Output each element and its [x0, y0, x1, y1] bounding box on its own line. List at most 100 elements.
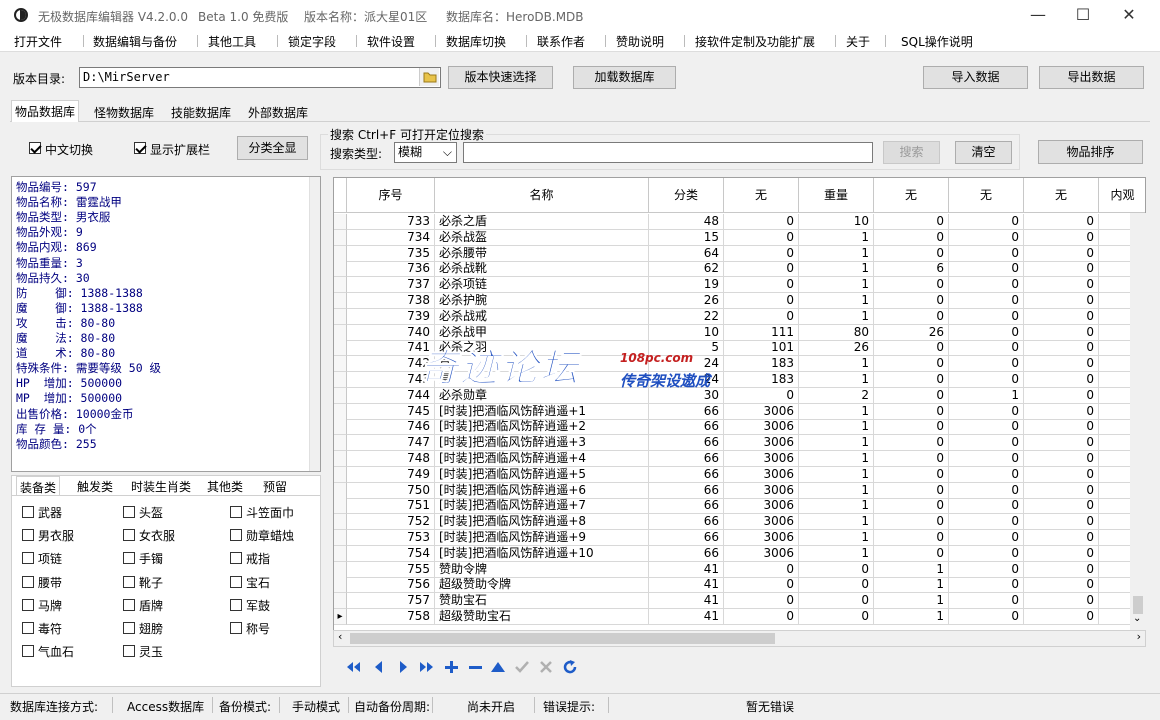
grid-cell[interactable]: 1: [874, 561, 949, 578]
menu-lock-fields[interactable]: 锁定字段: [288, 33, 336, 50]
clear-button[interactable]: 清空: [955, 141, 1012, 164]
category-tab[interactable]: 其他类: [204, 476, 246, 495]
grid-cell[interactable]: 3006: [724, 466, 799, 483]
grid-cell[interactable]: 0: [1024, 372, 1099, 388]
grid-cell[interactable]: 751: [347, 498, 435, 515]
row-indicator[interactable]: [334, 593, 347, 610]
category-checkbox[interactable]: [230, 598, 242, 611]
info-scrollbar[interactable]: [309, 177, 320, 471]
row-indicator[interactable]: [334, 340, 347, 357]
grid-cell[interactable]: 0: [724, 245, 799, 262]
category-checkbox[interactable]: [230, 552, 242, 565]
grid-cell[interactable]: 26: [799, 340, 874, 357]
row-indicator[interactable]: [334, 561, 347, 578]
grid-cell[interactable]: 734: [347, 229, 435, 246]
grid-cell[interactable]: 3006: [724, 482, 799, 499]
scroll-right-icon[interactable]: ›: [1137, 630, 1141, 643]
grid-cell[interactable]: 66: [649, 530, 724, 546]
row-indicator[interactable]: [334, 324, 347, 341]
grid-cell[interactable]: 0: [874, 482, 949, 499]
grid-cell[interactable]: 741: [347, 340, 435, 357]
grid-cell[interactable]: 19: [649, 277, 724, 294]
row-indicator[interactable]: [334, 498, 347, 515]
grid-cell[interactable]: 必杀之盾: [435, 214, 649, 230]
grid-cell[interactable]: 48: [649, 214, 724, 230]
cn-toggle-checkbox[interactable]: [29, 142, 41, 154]
grid-cell[interactable]: 66: [649, 466, 724, 483]
grid-cell[interactable]: 745: [347, 403, 435, 420]
row-indicator[interactable]: [334, 545, 347, 562]
grid-cell[interactable]: 1: [874, 593, 949, 610]
column-header[interactable]: 无: [874, 178, 949, 213]
grid-cell[interactable]: 0: [1024, 277, 1099, 294]
category-checkbox[interactable]: [123, 529, 135, 542]
last-record-icon[interactable]: [418, 659, 434, 675]
row-indicator[interactable]: [334, 403, 347, 420]
grid-horizontal-scrollbar[interactable]: ‹ ›: [333, 630, 1146, 647]
scroll-thumb[interactable]: [1133, 596, 1143, 614]
grid-cell[interactable]: 41: [649, 561, 724, 578]
grid-cell[interactable]: [时装]把酒临风饬醉逍遥+10: [435, 545, 649, 562]
grid-cell[interactable]: 0: [1024, 514, 1099, 531]
grid-cell[interactable]: 6: [874, 261, 949, 278]
grid-cell[interactable]: 0: [1024, 466, 1099, 483]
row-indicator[interactable]: [334, 308, 347, 325]
grid-cell[interactable]: 756: [347, 577, 435, 594]
grid-cell[interactable]: 0: [874, 403, 949, 420]
grid-cell[interactable]: 754: [347, 545, 435, 562]
grid-cell[interactable]: 66: [649, 482, 724, 499]
grid-cell[interactable]: 0: [874, 340, 949, 357]
tab-items-db[interactable]: 物品数据库: [11, 100, 80, 122]
refresh-icon[interactable]: [562, 659, 578, 675]
delete-record-icon[interactable]: [467, 659, 483, 675]
menu-custom-dev[interactable]: 接软件定制及功能扩展: [695, 33, 815, 50]
grid-cell[interactable]: 22: [649, 308, 724, 325]
column-header[interactable]: 无: [1024, 178, 1099, 213]
insert-record-icon[interactable]: [443, 659, 459, 675]
row-indicator[interactable]: [334, 514, 347, 531]
grid-cell[interactable]: 1: [799, 514, 874, 531]
grid-cell[interactable]: 1: [799, 372, 874, 388]
grid-cell[interactable]: 41: [649, 593, 724, 610]
grid-cell[interactable]: 冥: [435, 372, 649, 388]
grid-cell[interactable]: 0: [1024, 308, 1099, 325]
grid-cell[interactable]: 0: [874, 466, 949, 483]
grid-cell[interactable]: 超级赞助令牌: [435, 577, 649, 594]
grid-cell[interactable]: 0: [874, 545, 949, 562]
grid-cell[interactable]: 2: [799, 387, 874, 404]
scroll-down-icon[interactable]: ⌄: [1133, 613, 1141, 624]
grid-cell[interactable]: 747: [347, 435, 435, 452]
grid-cell[interactable]: 24: [649, 356, 724, 373]
grid-cell[interactable]: 15: [649, 229, 724, 246]
grid-cell[interactable]: 0: [1024, 387, 1099, 404]
grid-cell[interactable]: 0: [1024, 403, 1099, 420]
grid-cell[interactable]: 739: [347, 308, 435, 325]
grid-cell[interactable]: 1: [799, 229, 874, 246]
column-header[interactable]: 名称: [435, 178, 649, 213]
grid-cell[interactable]: 0: [1024, 324, 1099, 341]
grid-cell[interactable]: 66: [649, 514, 724, 531]
grid-cell[interactable]: 0: [949, 435, 1024, 452]
grid-cell[interactable]: 赞助令牌: [435, 561, 649, 578]
grid-cell[interactable]: [时装]把酒临风饬醉逍遥+1: [435, 403, 649, 420]
edit-record-icon[interactable]: [490, 659, 506, 675]
grid-vertical-scrollbar[interactable]: ⌄: [1130, 213, 1146, 630]
grid-cell[interactable]: 0: [799, 577, 874, 594]
grid-cell[interactable]: 0: [949, 356, 1024, 373]
grid-cell[interactable]: 必杀勋章: [435, 387, 649, 404]
grid-cell[interactable]: 0: [874, 435, 949, 452]
grid-cell[interactable]: 0: [874, 530, 949, 546]
column-header[interactable]: 内观: [1099, 178, 1145, 213]
grid-cell[interactable]: 183: [724, 356, 799, 373]
grid-cell[interactable]: 3006: [724, 530, 799, 546]
first-record-icon[interactable]: [346, 659, 362, 675]
grid-cell[interactable]: 0: [949, 229, 1024, 246]
category-checkbox[interactable]: [123, 552, 135, 565]
grid-cell[interactable]: 3006: [724, 498, 799, 515]
grid-cell[interactable]: 746: [347, 419, 435, 436]
grid-cell[interactable]: 必杀战盔: [435, 229, 649, 246]
next-record-icon[interactable]: [395, 659, 411, 675]
grid-cell[interactable]: 755: [347, 561, 435, 578]
grid-cell[interactable]: 66: [649, 451, 724, 467]
grid-cell[interactable]: 66: [649, 435, 724, 452]
